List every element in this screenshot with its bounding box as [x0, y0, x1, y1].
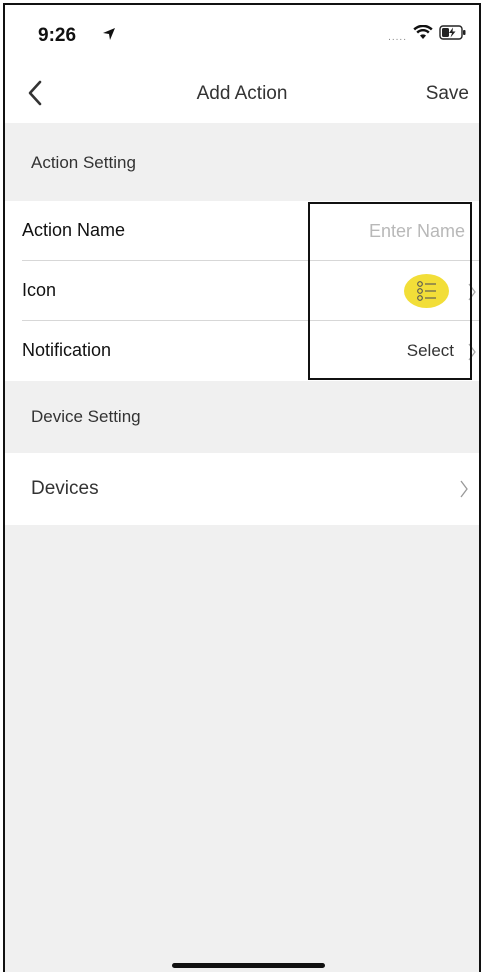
phone-screen: 9:26 ..... Add Action Save Action Settin… [3, 3, 481, 972]
icon-label: Icon [22, 280, 57, 300]
section-title: Device Setting [31, 407, 141, 426]
devices-row[interactable]: Devices [5, 453, 479, 525]
page-title: Add Action [196, 83, 288, 104]
battery-charging-icon [439, 25, 467, 45]
chevron-right-icon [467, 343, 477, 366]
location-arrow-icon [102, 27, 116, 46]
devices-label: Devices [31, 478, 99, 499]
notification-label: Notification [22, 340, 112, 360]
cellular-signal-icon: ..... [388, 32, 407, 43]
section-header-device-setting: Device Setting [5, 381, 479, 453]
home-indicator[interactable] [172, 963, 325, 968]
chevron-right-icon [467, 283, 477, 306]
wifi-icon [413, 24, 433, 45]
chevron-right-icon [459, 480, 469, 503]
icon-row[interactable]: Icon [5, 261, 479, 321]
status-time: 9:26 [38, 25, 77, 46]
list-icon[interactable] [404, 274, 449, 308]
section-title: Action Setting [31, 153, 136, 172]
status-indicators: ..... [388, 24, 467, 45]
notification-row[interactable]: Notification Select [5, 321, 479, 381]
action-name-row[interactable]: Action Name [5, 201, 479, 261]
save-button[interactable]: Save [426, 83, 469, 105]
section-header-action-setting: Action Setting [5, 123, 479, 201]
action-name-label: Action Name [22, 220, 126, 240]
navigation-bar: Add Action Save [5, 65, 479, 123]
notification-select-value[interactable]: Select [407, 341, 454, 361]
action-name-input[interactable] [313, 216, 467, 246]
